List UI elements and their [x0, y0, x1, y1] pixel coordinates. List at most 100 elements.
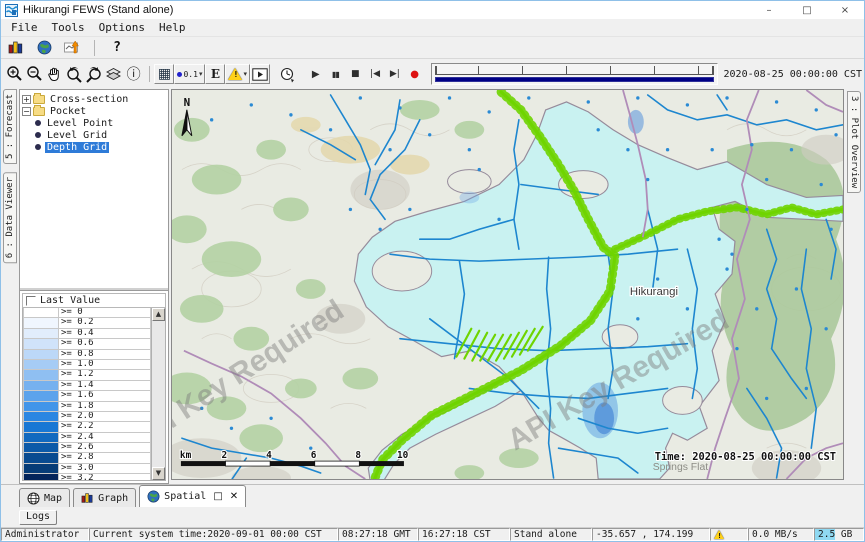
legend-row[interactable]: >= 2.8 — [23, 453, 151, 463]
legend-row[interactable]: >= 1.4 — [23, 381, 151, 391]
animation-clock-icon[interactable] — [278, 64, 298, 84]
map-canvas[interactable]: API Key Required API Key Required Hikura… — [171, 89, 844, 480]
info-icon[interactable]: ⓘ — [124, 64, 144, 84]
legend-color-swatch — [23, 443, 59, 453]
database-bars-icon[interactable] — [5, 38, 27, 58]
time-slider[interactable] — [431, 63, 718, 85]
menu-file[interactable]: File — [5, 20, 44, 35]
logs-row: Logs — [1, 507, 864, 527]
menu-options[interactable]: Options — [93, 20, 151, 35]
legend-label: >= 0 — [59, 308, 151, 318]
tree-item-level-point[interactable]: Level Point — [22, 117, 166, 129]
legend-row[interactable]: >= 2.6 — [23, 443, 151, 453]
legend-color-swatch — [23, 474, 59, 480]
scroll-down-icon[interactable]: ▼ — [152, 467, 165, 480]
zoom-previous-icon[interactable] — [64, 64, 84, 84]
legend-label: >= 2.4 — [59, 433, 151, 443]
legend-row[interactable]: >= 3.0 — [23, 464, 151, 474]
tree-item-depth-grid[interactable]: Depth Grid — [22, 141, 166, 153]
legend-row[interactable]: >= 0.2 — [23, 318, 151, 328]
svg-text:N: N — [184, 96, 191, 109]
maximize-button[interactable]: □ — [788, 1, 826, 19]
tab-spatial[interactable]: Spatial □ ✕ — [139, 485, 246, 507]
tree-item-level-grid[interactable]: Level Grid — [22, 129, 166, 141]
record-button[interactable]: ● — [405, 64, 425, 84]
legend-row[interactable]: >= 0.4 — [23, 329, 151, 339]
export-timeseries-icon[interactable] — [61, 38, 83, 58]
bullet-icon — [35, 144, 41, 150]
title-bar: Hikurangi FEWS (Stand alone) – □ × — [1, 1, 864, 19]
left-tab-strip: 5 : Forecast 6 : Data Viewer — [1, 89, 19, 484]
step-forward-button[interactable]: ▶| — [385, 64, 405, 84]
tab-data-viewer[interactable]: 6 : Data Viewer — [3, 172, 17, 263]
classification-dropdown[interactable]: 0.1 ▾ — [174, 64, 205, 84]
step-back-button[interactable]: |◀ — [365, 64, 385, 84]
menu-tools[interactable]: Tools — [46, 20, 91, 35]
legend-row[interactable]: >= 1.6 — [23, 391, 151, 401]
play-button[interactable]: ▶ — [306, 64, 326, 84]
svg-text:km: km — [180, 450, 192, 461]
tab-graph[interactable]: Graph — [73, 488, 136, 507]
legend-color-swatch — [23, 360, 59, 370]
panel-close-icon[interactable]: ✕ — [230, 491, 238, 502]
zoom-next-icon[interactable] — [84, 64, 104, 84]
pause-button[interactable]: ▮▮ — [326, 64, 346, 84]
tab-forecast[interactable]: 5 : Forecast — [3, 89, 17, 164]
legend-label: >= 1.8 — [59, 402, 151, 412]
legend-row[interactable]: >= 2.0 — [23, 412, 151, 422]
legend-row[interactable]: >= 3.2 — [23, 474, 151, 480]
grid-display-button[interactable]: ▦ — [154, 64, 174, 84]
svg-text:10: 10 — [397, 450, 409, 461]
status-bar: Administrator Current system time:2020-0… — [1, 527, 864, 541]
status-warning[interactable] — [710, 528, 748, 541]
legend-color-swatch — [23, 339, 59, 349]
legend-row[interactable]: >= 0.8 — [23, 350, 151, 360]
warning-thresholds-dropdown[interactable]: ▾ — [225, 64, 250, 84]
legend-row[interactable]: >= 0.6 — [23, 339, 151, 349]
warning-triangle-icon — [714, 530, 724, 539]
window-title: Hikurangi FEWS (Stand alone) — [23, 4, 173, 16]
last-value-checkbox[interactable] — [26, 296, 36, 306]
stop-button[interactable]: ■ — [345, 64, 365, 84]
legend-scrollbar[interactable]: ▲ ▼ — [151, 308, 165, 480]
legend-row[interactable]: >= 1.2 — [23, 370, 151, 380]
legend-row[interactable]: >= 1.8 — [23, 402, 151, 412]
logs-button[interactable]: Logs — [19, 510, 57, 525]
legend-row[interactable]: >= 1.0 — [23, 360, 151, 370]
tree-item-pocket[interactable]: − Pocket — [22, 105, 166, 117]
time-slider-track[interactable] — [435, 66, 714, 75]
zoom-out-icon[interactable] — [25, 64, 45, 84]
scroll-up-icon[interactable]: ▲ — [152, 308, 165, 321]
legend-toggle-button[interactable]: E — [205, 64, 225, 84]
minimize-button[interactable]: – — [750, 1, 788, 19]
close-button[interactable]: × — [826, 1, 864, 19]
tab-plot-overview[interactable]: 3 : Plot Overview — [847, 91, 861, 193]
menu-help[interactable]: Help — [153, 20, 192, 35]
legend-color-swatch — [23, 412, 59, 422]
tab-map[interactable]: Map — [19, 488, 70, 507]
svg-text:8: 8 — [355, 450, 361, 461]
current-map-datetime: 2020-08-25 00:00:00 CST — [724, 69, 862, 80]
panel-maximize-icon[interactable]: □ — [213, 491, 222, 502]
legend-color-swatch — [23, 350, 59, 360]
map-area[interactable]: API Key Required API Key Required Hikura… — [169, 89, 844, 484]
legend-row[interactable]: >= 0 — [23, 308, 151, 318]
right-tab-strip: 3 : Plot Overview — [844, 89, 864, 484]
legend-label: >= 1.2 — [59, 370, 151, 380]
layers-icon[interactable] — [104, 64, 124, 84]
globe-icon — [147, 490, 160, 503]
expander-plus-icon[interactable]: + — [22, 95, 31, 104]
help-button[interactable]: ? — [106, 38, 128, 58]
globe-explorer-icon[interactable] — [33, 38, 55, 58]
zoom-in-icon[interactable] — [5, 64, 25, 84]
pan-hand-icon[interactable] — [45, 64, 65, 84]
status-coordinates: -35.657 , 174.199 — [592, 528, 710, 541]
tree-item-cross-section[interactable]: + Cross-section — [22, 93, 166, 105]
app-window: Hikurangi FEWS (Stand alone) – □ × File … — [0, 0, 865, 542]
legend-label: >= 2.2 — [59, 422, 151, 432]
legend-row[interactable]: >= 2.2 — [23, 422, 151, 432]
movie-player-button[interactable] — [250, 64, 270, 84]
expander-minus-icon[interactable]: − — [22, 107, 31, 116]
status-mode: Stand alone — [510, 528, 592, 541]
legend-row[interactable]: >= 2.4 — [23, 433, 151, 443]
